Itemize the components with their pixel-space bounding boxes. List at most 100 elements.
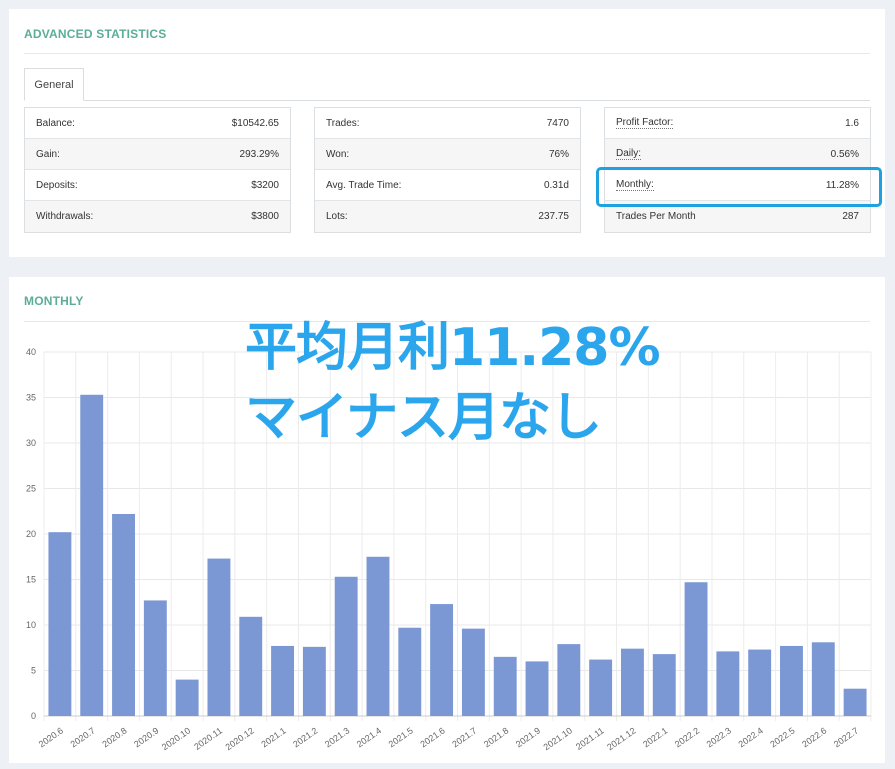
stat-row-withdrawals: Withdrawals: $3800 — [25, 201, 290, 232]
y-tick-label: 25 — [26, 484, 36, 494]
stat-label: Trades: — [326, 117, 360, 129]
y-tick-label: 15 — [26, 575, 36, 585]
stat-value: 287 — [842, 211, 859, 222]
bar — [461, 628, 485, 716]
bar — [843, 688, 867, 716]
x-tick-label: 2021.4 — [355, 725, 383, 749]
stat-label: Balance: — [36, 117, 75, 129]
bar — [80, 394, 104, 716]
x-tick-label: 2021.11 — [574, 725, 606, 751]
stat-value: 0.56% — [830, 148, 859, 160]
bar — [271, 645, 295, 716]
y-tick-label: 5 — [31, 666, 36, 676]
bar — [302, 646, 326, 716]
y-tick-label: 30 — [26, 438, 36, 448]
x-tick-label: 2020.10 — [160, 725, 192, 752]
stat-label: Deposits: — [36, 179, 78, 191]
x-tick-label: 2022.1 — [641, 725, 669, 749]
y-tick-label: 0 — [31, 711, 36, 721]
stat-label: Won: — [326, 148, 350, 160]
bar — [207, 558, 231, 716]
x-tick-label: 2020.12 — [224, 725, 256, 752]
bar — [239, 616, 263, 716]
x-tick-label: 2020.6 — [37, 725, 65, 749]
stat-row-deposits: Deposits: $3200 — [25, 170, 290, 201]
stat-label[interactable]: Daily: — [616, 148, 642, 160]
stat-row-avg-trade-time: Avg. Trade Time: 0.31d — [315, 170, 580, 201]
stat-row-balance: Balance: $10542.65 — [25, 108, 290, 139]
x-tick-label: 2022.3 — [705, 725, 733, 749]
x-tick-label: 2021.7 — [450, 725, 478, 749]
x-tick-label: 2022.5 — [768, 725, 796, 749]
tab-bar: General — [24, 68, 870, 101]
bar — [143, 600, 167, 716]
x-tick-label: 2021.6 — [418, 725, 446, 749]
stat-value: 293.29% — [239, 148, 279, 160]
monthly-title: MONTHLY — [24, 294, 84, 308]
x-tick-label: 2021.2 — [291, 725, 319, 749]
x-tick-label: 2021.3 — [323, 725, 351, 749]
bar — [652, 654, 676, 716]
bar — [493, 656, 517, 716]
stat-value: 7470 — [546, 117, 569, 129]
x-tick-label: 2020.8 — [100, 725, 128, 749]
bar — [398, 627, 422, 716]
stat-label[interactable]: Profit Factor: — [616, 117, 674, 129]
stat-value: $3200 — [251, 179, 279, 191]
x-tick-label: 2021.9 — [514, 725, 542, 749]
y-tick-label: 20 — [26, 529, 36, 539]
stat-value: 76% — [548, 148, 569, 160]
bar — [430, 604, 454, 716]
x-tick-label: 2021.10 — [542, 725, 574, 752]
stat-value: $10542.65 — [231, 117, 279, 129]
bar — [589, 659, 613, 716]
bar — [748, 649, 772, 716]
stats-column-account: Balance: $10542.65 Gain: 293.29% Deposit… — [24, 107, 291, 233]
stat-label: Gain: — [36, 148, 60, 160]
bar — [811, 642, 835, 716]
bar — [112, 513, 135, 716]
bar — [684, 582, 708, 716]
stat-label: Lots: — [326, 211, 348, 222]
x-tick-label: 2022.2 — [673, 725, 701, 749]
stat-value: 0.31d — [543, 179, 569, 191]
title-divider — [24, 53, 870, 54]
x-tick-label: 2021.8 — [482, 725, 510, 749]
x-tick-label: 2022.4 — [737, 725, 765, 749]
overlay-caption-line1: 平均月利11.28% — [245, 318, 661, 378]
bar — [780, 645, 803, 716]
x-tick-label: 2021.12 — [605, 725, 637, 752]
x-tick-label: 2021.1 — [259, 725, 287, 749]
x-tick-label: 2020.9 — [132, 725, 160, 749]
stat-label: Trades Per Month — [616, 211, 696, 222]
overlay-caption-line2: マイナス月なし — [245, 388, 602, 448]
stat-value: 237.75 — [538, 211, 569, 222]
advanced-statistics-panel: ADVANCED STATISTICS General Balance: $10… — [9, 9, 885, 257]
stat-row-profit-factor: Profit Factor: 1.6 — [605, 108, 870, 139]
bar — [620, 648, 644, 716]
stat-label: Avg. Trade Time: — [326, 179, 402, 191]
tab-general[interactable]: General — [24, 68, 84, 101]
bar — [334, 576, 358, 716]
bar — [48, 532, 72, 716]
monthly-highlight-box — [596, 167, 882, 207]
bar — [366, 556, 390, 716]
stat-row-lots: Lots: 237.75 — [315, 201, 580, 232]
stat-label: Withdrawals: — [36, 211, 94, 222]
x-tick-label: 2020.7 — [69, 725, 97, 749]
y-tick-label: 40 — [26, 347, 36, 357]
stats-column-trades: Trades: 7470 Won: 76% Avg. Trade Time: 0… — [314, 107, 581, 233]
x-tick-label: 2021.5 — [387, 725, 415, 749]
x-tick-label: 2022.6 — [800, 725, 828, 749]
bar — [716, 651, 740, 716]
bar — [525, 661, 549, 716]
y-tick-label: 35 — [26, 393, 36, 403]
x-tick-label: 2020.11 — [192, 725, 224, 751]
advanced-statistics-title: ADVANCED STATISTICS — [24, 27, 167, 41]
stat-row-trades: Trades: 7470 — [315, 108, 580, 139]
stat-row-won: Won: 76% — [315, 139, 580, 170]
bar — [175, 679, 199, 716]
stat-value: $3800 — [251, 211, 279, 222]
stat-row-daily: Daily: 0.56% — [605, 139, 870, 170]
stat-row-gain: Gain: 293.29% — [25, 139, 290, 170]
